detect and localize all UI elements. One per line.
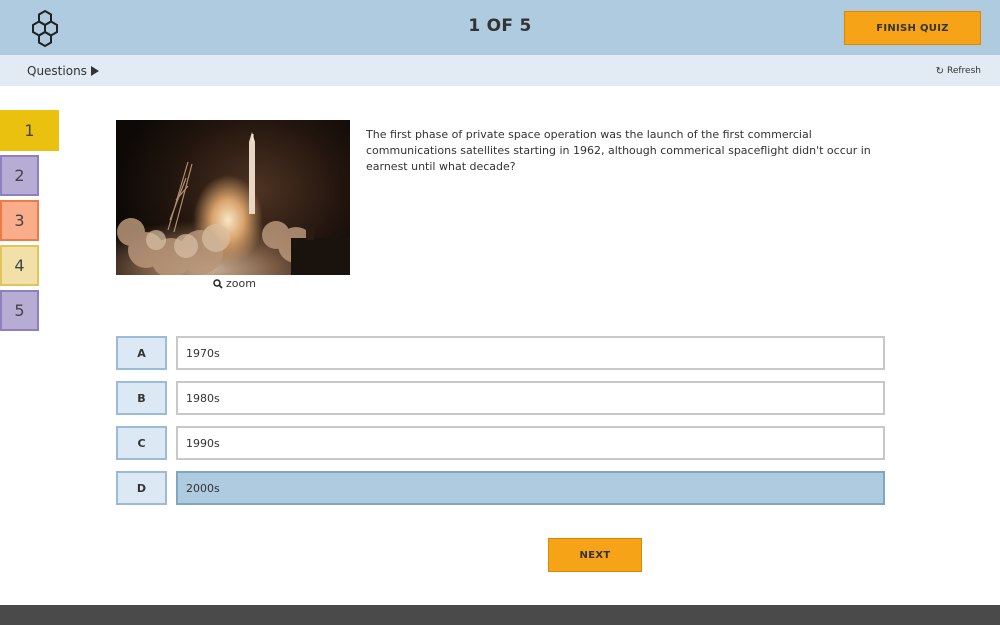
next-button[interactable]: NEXT bbox=[548, 538, 642, 572]
question-image[interactable] bbox=[116, 120, 350, 275]
question-text: The first phase of private space operati… bbox=[366, 128, 871, 173]
answer-option-b[interactable]: B 1980s bbox=[116, 381, 885, 415]
magnifier-icon bbox=[213, 278, 223, 289]
rocket-launch-illustration bbox=[117, 132, 350, 275]
footer-bar bbox=[0, 605, 1000, 625]
questions-toggle[interactable]: Questions bbox=[27, 64, 99, 78]
answer-option-c[interactable]: C 1990s bbox=[116, 426, 885, 460]
questions-label: Questions bbox=[27, 64, 87, 78]
finish-quiz-button[interactable]: FINISH QUIZ bbox=[844, 11, 981, 45]
answer-text: 1990s bbox=[176, 426, 885, 460]
answer-option-d[interactable]: D 2000s bbox=[116, 471, 885, 505]
answer-text: 2000s bbox=[176, 471, 885, 505]
question-nav-3[interactable]: 3 bbox=[0, 200, 39, 241]
answer-letter: D bbox=[116, 471, 167, 505]
answer-letter: A bbox=[116, 336, 167, 370]
zoom-button[interactable]: zoom bbox=[213, 277, 256, 290]
refresh-icon: ↻ bbox=[935, 65, 944, 77]
refresh-label: Refresh bbox=[947, 66, 981, 76]
question-nav-2[interactable]: 2 bbox=[0, 155, 39, 196]
question-nav-1[interactable]: 1 bbox=[0, 110, 59, 151]
top-bar: 1 OF 5 FINISH QUIZ bbox=[0, 0, 1000, 55]
refresh-button[interactable]: ↻ Refresh bbox=[936, 66, 981, 76]
zoom-label: zoom bbox=[226, 277, 256, 290]
answer-letter: B bbox=[116, 381, 167, 415]
answer-option-a[interactable]: A 1970s bbox=[116, 336, 885, 370]
sub-bar: Questions ↻ Refresh bbox=[0, 55, 1000, 86]
answer-text: 1970s bbox=[176, 336, 885, 370]
question-nav-4[interactable]: 4 bbox=[0, 245, 39, 286]
answer-letter: C bbox=[116, 426, 167, 460]
question-nav-5[interactable]: 5 bbox=[0, 290, 39, 331]
play-triangle-icon bbox=[90, 66, 99, 76]
answer-text: 1980s bbox=[176, 381, 885, 415]
